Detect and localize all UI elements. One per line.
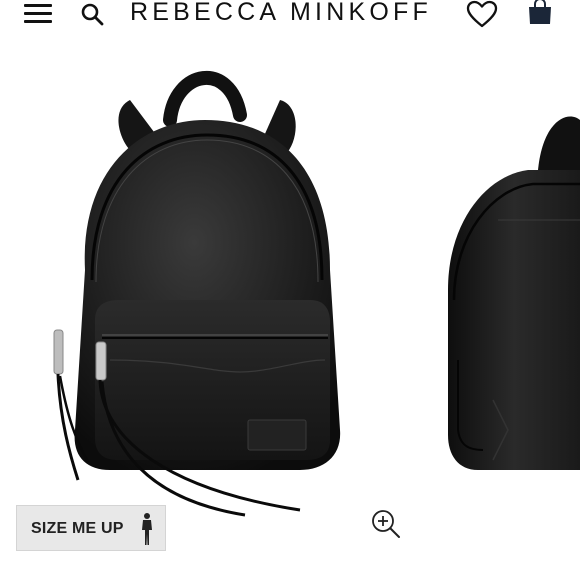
zoom-in-icon[interactable] [370,508,402,540]
search-icon[interactable] [80,2,104,26]
backpack-front-image[interactable] [30,60,370,530]
size-me-up-button[interactable]: SIZE ME UP [16,505,166,551]
site-header: REBECCA MINKOFF [0,0,580,34]
person-silhouette-icon [142,513,152,545]
shopping-bag-icon[interactable] [526,0,554,26]
backpack-side-image[interactable] [438,100,580,480]
menu-icon[interactable] [24,4,52,24]
heart-icon[interactable] [466,0,498,28]
size-me-up-label: SIZE ME UP [31,520,124,537]
brand-logo[interactable]: REBECCA MINKOFF [130,0,432,27]
